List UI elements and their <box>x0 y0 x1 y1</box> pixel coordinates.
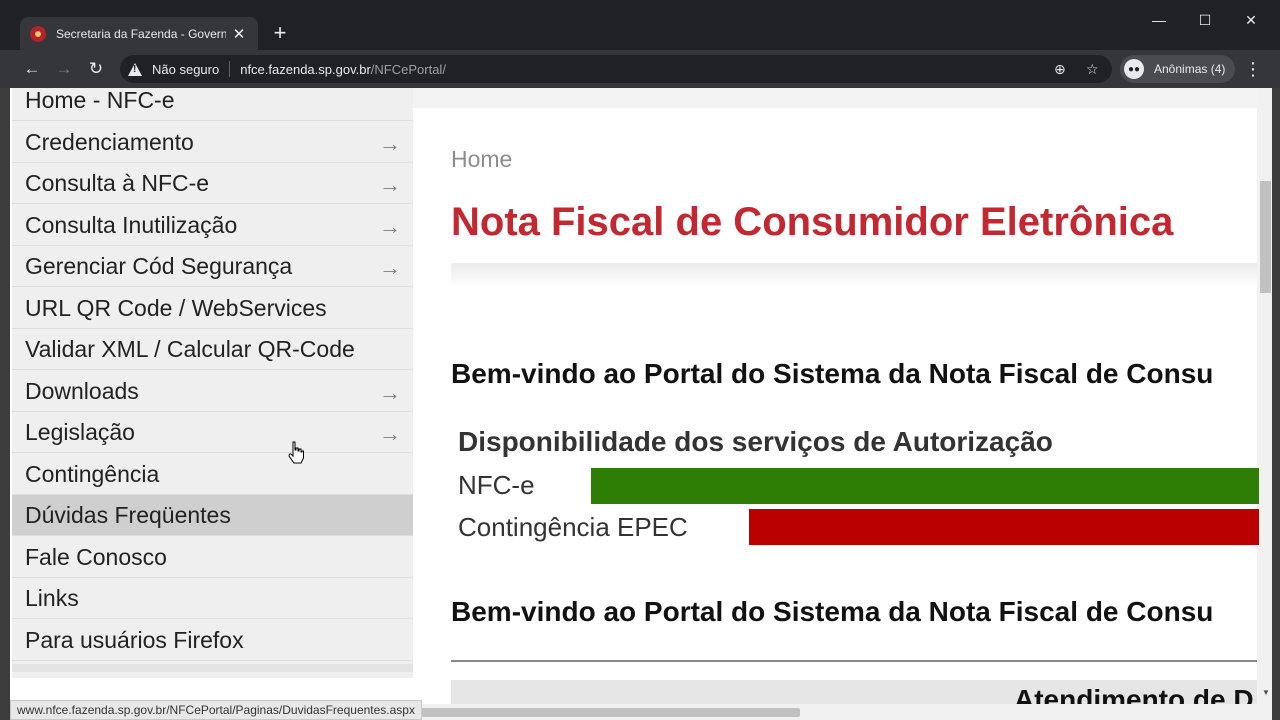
new-tab-button[interactable]: + <box>268 22 292 44</box>
sidebar-item-label: Validar XML / Calcular QR-Code <box>25 335 355 362</box>
status-url-bar: www.nfce.fazenda.sp.gov.br/NFCePortal/Pa… <box>10 700 422 720</box>
main-content: Home Nota Fiscal de Consumidor Eletrônic… <box>413 88 1259 704</box>
sidebar-item-label: Home - NFC-e <box>25 88 175 113</box>
sidebar-item-label: Consulta Inutilização <box>25 211 238 238</box>
title-divider <box>451 263 1257 287</box>
sidebar-item-label: Dúvidas Freqüentes <box>25 501 231 528</box>
url-host[interactable]: nfce.fazenda.sp.gov.br <box>240 62 371 77</box>
sidebar-item-label: URL QR Code / WebServices <box>25 294 327 321</box>
tab-title: Secretaria da Fazenda - Governo <box>56 26 226 41</box>
sidebar-item-validar-xml[interactable]: Validar XML / Calcular QR-Code <box>12 329 413 370</box>
arrow-right-icon: → <box>379 214 401 239</box>
sidebar-item-label: Consulta à NFC-e <box>25 169 210 196</box>
status-bar-epec <box>749 509 1259 545</box>
sidebar-item-consulta-inutilizacao[interactable]: Consulta Inutilização → <box>12 205 413 246</box>
zoom-icon[interactable]: ⊕ <box>1054 61 1066 78</box>
sidebar-item-label: Gerenciar Cód Segurança <box>25 252 293 279</box>
sidebar-item-url-qrcode[interactable]: URL QR Code / WebServices <box>12 288 413 329</box>
browser-tab[interactable]: Secretaria da Fazenda - Governo ✕ <box>20 17 258 50</box>
sidebar-item-label: Para usuários Firefox <box>25 626 244 653</box>
minimize-button[interactable]: — <box>1136 12 1182 28</box>
sidebar-item-legislacao[interactable]: Legislação → <box>12 412 413 453</box>
atendimento-heading: Atendimento de D <box>1014 684 1254 704</box>
incognito-profile-button[interactable]: ●● Anônimas (4) <box>1120 55 1236 83</box>
close-window-button[interactable]: ✕ <box>1228 12 1274 29</box>
sidebar-item-contingencia[interactable]: Contingência <box>12 454 413 495</box>
sidebar-item-label: Legislação <box>25 418 135 445</box>
section-divider <box>451 660 1257 662</box>
back-button[interactable]: ← <box>20 57 44 81</box>
page-viewport: Home - NFC-e Credenciamento → Consulta à… <box>10 88 1272 704</box>
sidebar-item-links[interactable]: Links <box>12 578 413 619</box>
url-path[interactable]: /NFCePortal/ <box>371 62 446 77</box>
profile-label: Anônimas (4) <box>1154 62 1226 76</box>
arrow-right-icon: → <box>379 131 401 156</box>
arrow-right-icon: → <box>379 421 401 446</box>
arrow-right-icon: → <box>379 172 401 197</box>
sidebar-footer <box>12 664 413 672</box>
atendimento-box: Atendimento de D <box>451 680 1257 704</box>
sidebar-item-gerenciar-cod[interactable]: Gerenciar Cód Segurança → <box>12 246 413 287</box>
page-title: Nota Fiscal de Consumidor Eletrônica <box>451 200 1174 244</box>
site-favicon-icon <box>30 25 46 42</box>
sidebar-item-label: Downloads <box>25 377 139 404</box>
welcome-heading: Bem-vindo ao Portal do Sistema da Nota F… <box>451 358 1214 389</box>
sidebar-item-label: Links <box>25 584 79 611</box>
sidebar-item-downloads[interactable]: Downloads → <box>12 371 413 412</box>
forward-button[interactable]: → <box>52 57 76 81</box>
sidebar-item-label: Fale Conosco <box>25 543 167 570</box>
service-label-epec: Contingência EPEC <box>458 512 688 542</box>
maximize-button[interactable]: ☐ <box>1182 12 1228 29</box>
warning-icon[interactable] <box>128 62 142 76</box>
sidebar-item-home[interactable]: Home - NFC-e <box>12 88 413 121</box>
sidebar-item-fale-conosco[interactable]: Fale Conosco <box>12 537 413 578</box>
hand-cursor-icon <box>288 441 304 464</box>
sidebar-item-consulta-nfce[interactable]: Consulta à NFC-e → <box>12 163 413 204</box>
sidebar-item-duvidas[interactable]: Dúvidas Freqüentes <box>12 495 413 536</box>
horizontal-scrollbar-thumb[interactable] <box>400 708 800 717</box>
incognito-icon: ●● <box>1124 59 1144 79</box>
browser-menu-icon[interactable]: ⋮ <box>1244 57 1262 81</box>
vertical-scrollbar-thumb[interactable] <box>1260 181 1271 293</box>
address-bar[interactable]: Não seguro nfce.fazenda.sp.gov.br /NFCeP… <box>120 55 1112 83</box>
browser-toolbar: ← → ↻ Não seguro nfce.fazenda.sp.gov.br … <box>0 50 1280 88</box>
arrow-right-icon: → <box>379 380 401 405</box>
welcome-heading-2: Bem-vindo ao Portal do Sistema da Nota F… <box>451 596 1214 627</box>
sidebar-item-credenciamento[interactable]: Credenciamento → <box>12 122 413 163</box>
bookmark-star-icon[interactable]: ☆ <box>1086 61 1099 78</box>
reload-button[interactable]: ↻ <box>84 57 108 81</box>
sidebar-menu: Home - NFC-e Credenciamento → Consulta à… <box>12 88 413 678</box>
status-bar-nfce <box>591 468 1259 504</box>
tab-close-icon[interactable]: ✕ <box>230 25 248 43</box>
security-label[interactable]: Não seguro <box>152 62 219 77</box>
omnibox-divider <box>229 61 231 77</box>
availability-heading: Disponibilidade dos serviços de Autoriza… <box>458 426 1053 457</box>
sidebar-item-label: Credenciamento <box>25 128 194 155</box>
service-label-nfce: NFC-e <box>458 470 535 500</box>
browser-titlebar: Secretaria da Fazenda - Governo ✕ + — ☐ … <box>0 0 1280 50</box>
breadcrumb[interactable]: Home <box>451 146 512 173</box>
sidebar-item-firefox[interactable]: Para usuários Firefox <box>12 620 413 661</box>
sidebar-item-label: Contingência <box>25 460 160 487</box>
scroll-down-arrow-icon[interactable]: ▼ <box>1262 688 1270 697</box>
arrow-right-icon: → <box>379 255 401 280</box>
